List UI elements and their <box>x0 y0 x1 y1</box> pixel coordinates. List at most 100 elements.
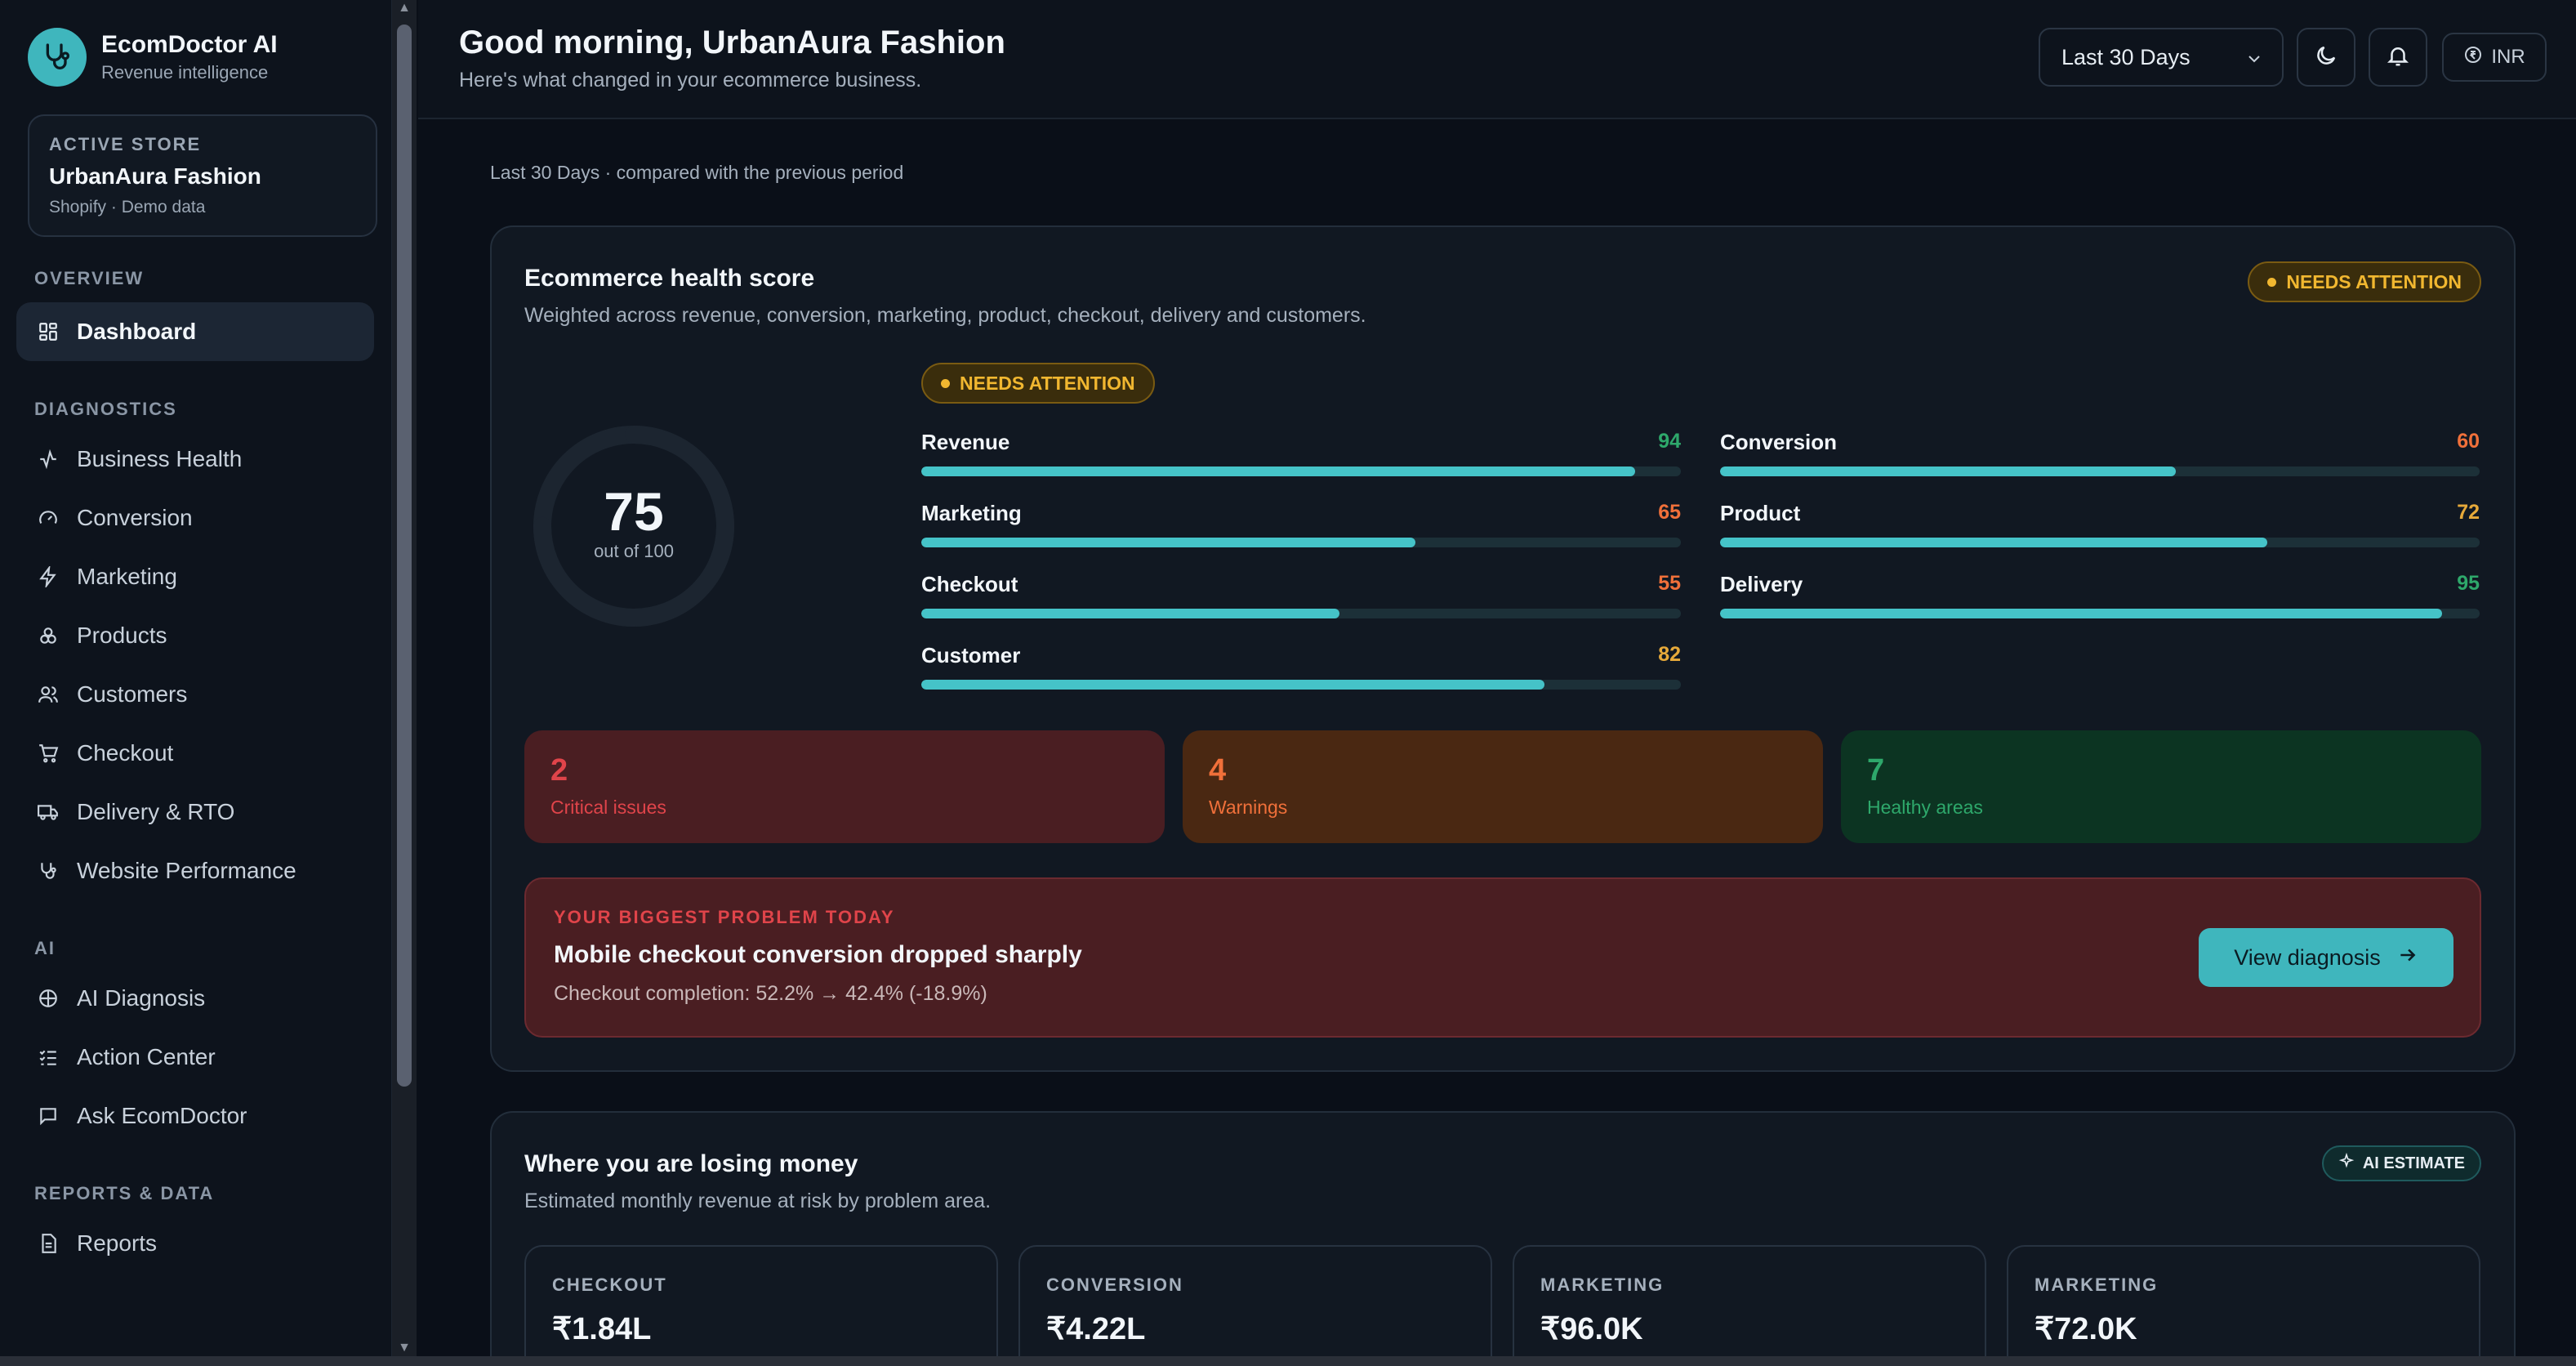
sidebar-item-business-health[interactable]: Business Health <box>16 430 374 489</box>
users-icon <box>36 682 60 707</box>
problem-eyebrow: YOUR BIGGEST PROBLEM TODAY <box>554 907 895 927</box>
status-badge-label: NEEDS ATTENTION <box>2286 270 2462 292</box>
theme-toggle-button[interactable] <box>2297 28 2355 87</box>
sidebar-scrollbar[interactable]: ▲ ▼ <box>392 0 417 1366</box>
cart-icon <box>36 741 60 766</box>
loss-tile-checkout[interactable]: CHECKOUT ₹1.84L <box>524 1245 998 1366</box>
loss-tile-marketing[interactable]: MARKETING ₹96.0K <box>1513 1245 1986 1366</box>
store-label: ACTIVE STORE <box>49 134 202 154</box>
metric-name: Revenue <box>921 430 1010 454</box>
sidebar-item-products[interactable]: Products <box>16 606 374 665</box>
sidebar-item-website-performance[interactable]: Website Performance <box>16 841 374 900</box>
metric-value: 82 <box>1658 643 1681 666</box>
stat-healthy-areas[interactable]: 7 Healthy areas <box>1841 730 2481 843</box>
stat-number: 2 <box>550 753 568 788</box>
loss-tile-label: MARKETING <box>1540 1274 1665 1295</box>
metric-track <box>921 466 1681 476</box>
view-diagnosis-button[interactable]: View diagnosis <box>2199 928 2453 987</box>
metric-fill <box>1720 538 2267 547</box>
activity-icon <box>36 447 60 471</box>
health-card-title: Ecommerce health score <box>524 265 815 292</box>
nav-section-overview: OVERVIEW <box>34 268 145 288</box>
stat-label: Critical issues <box>550 797 666 818</box>
metric-name: Delivery <box>1720 572 1803 596</box>
metric-product: Product 72 <box>1720 501 2480 547</box>
metric-value: 65 <box>1658 501 1681 524</box>
problem-title: Mobile checkout conversion dropped sharp… <box>554 941 1082 968</box>
sidebar-item-reports[interactable]: Reports <box>16 1214 374 1273</box>
metric-name: Customer <box>921 643 1021 667</box>
sidebar-item-label: Delivery & RTO <box>77 799 235 824</box>
currency-icon <box>2463 45 2483 70</box>
nav-section-ai: AI <box>34 938 56 958</box>
bell-icon <box>2386 43 2410 72</box>
status-badge-label: NEEDS ATTENTION <box>960 372 1135 394</box>
loss-card-title: Where you are losing money <box>524 1150 858 1177</box>
sidebar-item-checkout[interactable]: Checkout <box>16 724 374 783</box>
metric-revenue: Revenue 94 <box>921 430 1681 476</box>
stethoscope-icon <box>36 859 60 883</box>
loss-tile-marketing-2[interactable]: MARKETING ₹72.0K <box>2007 1245 2480 1366</box>
scroll-thumb[interactable] <box>397 25 412 1087</box>
sidebar-item-dashboard[interactable]: Dashboard <box>16 302 374 361</box>
metric-track <box>1720 538 2480 547</box>
active-store-card[interactable]: ACTIVE STORE UrbanAura Fashion Shopify ·… <box>28 114 377 237</box>
metric-checkout: Checkout 55 <box>921 572 1681 618</box>
metric-fill <box>921 538 1415 547</box>
stat-label: Warnings <box>1209 797 1288 818</box>
store-meta: Shopify · Demo data <box>49 198 206 217</box>
sidebar-item-customers[interactable]: Customers <box>16 665 374 724</box>
sidebar-item-delivery[interactable]: Delivery & RTO <box>16 783 374 841</box>
notifications-button[interactable] <box>2369 28 2427 87</box>
scroll-up-arrow-icon[interactable]: ▲ <box>398 2 411 15</box>
sidebar-item-label: Business Health <box>77 446 243 471</box>
metric-marketing: Marketing 65 <box>921 501 1681 547</box>
loss-tile-label: CHECKOUT <box>552 1274 667 1295</box>
metric-value: 94 <box>1658 430 1681 453</box>
metric-name: Checkout <box>921 572 1018 596</box>
metric-fill <box>1720 466 2176 476</box>
scroll-down-arrow-icon[interactable]: ▼ <box>398 1341 411 1355</box>
date-range-select[interactable]: Last 30 Days <box>2039 28 2284 87</box>
stat-label: Healthy areas <box>1867 797 1983 818</box>
brand-name: EcomDoctor AI <box>101 31 278 58</box>
stat-warnings[interactable]: 4 Warnings <box>1183 730 1823 843</box>
health-card-subtitle: Weighted across revenue, conversion, mar… <box>524 304 1366 327</box>
metric-name: Product <box>1720 501 1801 525</box>
loss-tile-value: ₹96.0K <box>1540 1312 1643 1346</box>
sidebar-item-ask-ecomdoctor[interactable]: Ask EcomDoctor <box>16 1087 374 1145</box>
stethoscope-logo-icon <box>28 28 87 87</box>
chevron-down-icon <box>2244 49 2264 74</box>
brand[interactable]: EcomDoctor AI Revenue intelligence <box>16 0 375 114</box>
bolt-icon <box>36 565 60 589</box>
metric-fill <box>921 466 1636 476</box>
stat-critical-issues[interactable]: 2 Critical issues <box>524 730 1165 843</box>
sparkle-icon <box>2338 1152 2355 1174</box>
sidebar-item-label: Reports <box>77 1230 158 1256</box>
sidebar-item-label: Marketing <box>77 564 177 589</box>
metric-value: 72 <box>2457 501 2480 524</box>
currency-button[interactable]: INR <box>2442 33 2547 82</box>
sidebar: EcomDoctor AI Revenue intelligence ACTIV… <box>0 0 392 1366</box>
metric-name: Conversion <box>1720 430 1838 454</box>
loss-tile-value: ₹4.22L <box>1046 1312 1146 1346</box>
ai-estimate-badge: AI ESTIMATE <box>2321 1145 2481 1181</box>
loss-tile-value: ₹1.84L <box>552 1312 652 1346</box>
sidebar-item-conversion[interactable]: Conversion <box>16 489 374 547</box>
metric-value: 55 <box>1658 572 1681 595</box>
metric-track <box>1720 466 2480 476</box>
metric-customer: Customer 82 <box>921 643 1681 690</box>
sidebar-item-ai-diagnosis[interactable]: AI Diagnosis <box>16 969 374 1028</box>
loss-tile-conversion[interactable]: CONVERSION ₹4.22L <box>1018 1245 1492 1366</box>
nav-section-diagnostics: DIAGNOSTICS <box>34 399 177 419</box>
score-status-badge: NEEDS ATTENTION <box>921 363 1155 404</box>
sidebar-item-marketing[interactable]: Marketing <box>16 547 374 606</box>
revenue-loss-card: Where you are losing money Estimated mon… <box>490 1111 2516 1366</box>
ai-estimate-label: AI ESTIMATE <box>2362 1154 2465 1172</box>
health-score-value: 75 <box>604 481 664 542</box>
metric-track <box>921 680 1681 690</box>
metric-name: Marketing <box>921 501 1022 525</box>
window-bottom-bar <box>0 1356 2576 1366</box>
grid-icon <box>36 319 60 344</box>
sidebar-item-action-center[interactable]: Action Center <box>16 1028 374 1087</box>
